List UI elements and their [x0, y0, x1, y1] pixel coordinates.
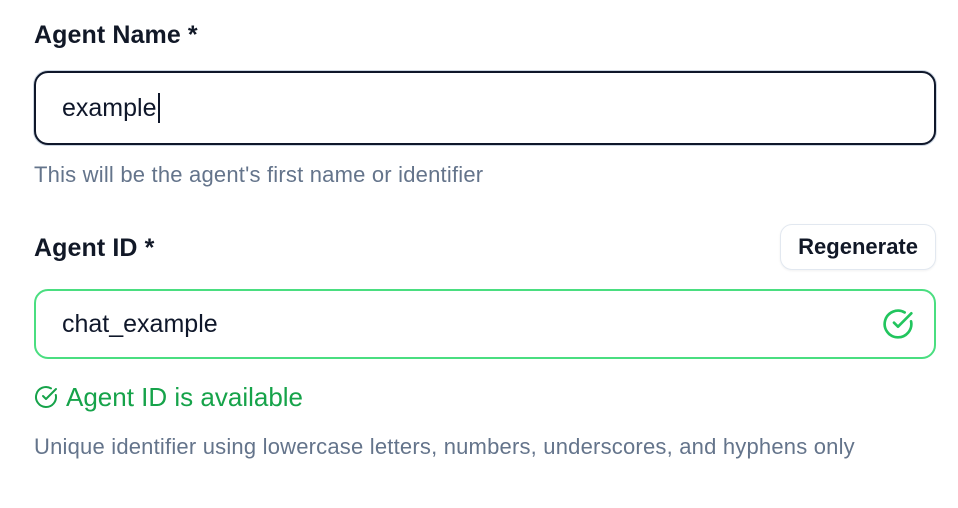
agent-id-status-text: Agent ID is available	[66, 382, 304, 412]
agent-id-value: chat_example	[62, 309, 218, 338]
agent-name-help-text: This will be the agent's first name or i…	[34, 162, 484, 187]
agent-id-status: Agent ID is available	[34, 380, 303, 414]
agent-id-input[interactable]: chat_example	[34, 289, 936, 359]
regenerate-button[interactable]: Regenerate	[780, 224, 936, 270]
agent-name-label: Agent Name *	[34, 21, 198, 49]
text-caret	[157, 93, 160, 123]
check-circle-icon	[882, 308, 914, 340]
agent-id-label: Agent ID *	[34, 234, 155, 262]
agent-name-input[interactable]: example	[34, 71, 936, 145]
agent-name-value: example	[62, 93, 157, 122]
agent-id-help-text: Unique identifier using lowercase letter…	[34, 434, 855, 459]
check-circle-icon	[34, 385, 58, 409]
